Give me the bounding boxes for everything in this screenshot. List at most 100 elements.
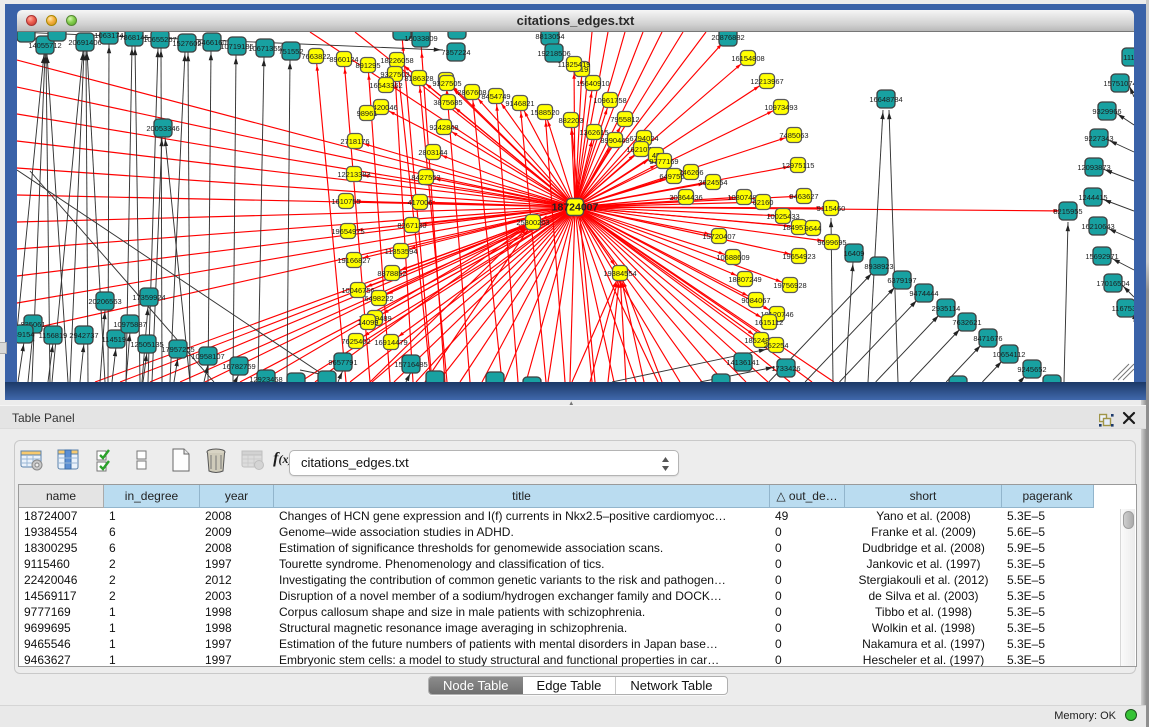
svg-text:10654112: 10654112 — [993, 350, 1026, 359]
svg-text:19384554: 19384554 — [603, 269, 636, 278]
svg-text:891295: 891295 — [355, 61, 380, 70]
svg-text:16033809: 16033809 — [404, 34, 437, 43]
svg-text:252254: 252254 — [763, 341, 788, 350]
svg-text:1733426: 1733426 — [771, 364, 800, 373]
svg-text:2803144: 2803144 — [418, 148, 447, 157]
svg-text:12505135: 12505135 — [130, 340, 163, 349]
svg-text:8813054: 8813054 — [535, 32, 564, 41]
svg-text:10973493: 10973493 — [764, 103, 797, 112]
svg-text:8215955: 8215955 — [1053, 207, 1082, 216]
svg-text:1145194: 1145194 — [102, 335, 131, 344]
svg-text:1588520: 1588520 — [530, 108, 559, 117]
svg-text:9327505: 9327505 — [432, 79, 461, 88]
svg-text:8267130: 8267130 — [397, 221, 426, 230]
svg-text:8427552: 8427552 — [411, 173, 440, 182]
svg-text:8186328: 8186328 — [404, 74, 433, 83]
svg-text:18724007: 18724007 — [552, 202, 599, 214]
svg-text:62160: 62160 — [753, 198, 774, 207]
svg-text:2942737: 2942737 — [69, 331, 98, 340]
svg-text:7485063: 7485063 — [779, 131, 808, 140]
svg-text:1156819: 1156819 — [39, 331, 68, 340]
svg-text:16782759: 16782759 — [222, 362, 255, 371]
svg-text:14055712: 14055712 — [28, 41, 61, 50]
svg-text:12923468: 12923468 — [249, 375, 282, 382]
svg-text:9084067: 9084067 — [741, 296, 770, 305]
svg-text:12213383: 12213383 — [337, 170, 370, 179]
svg-text:882203: 882203 — [558, 116, 583, 125]
svg-text:20876882: 20876882 — [711, 33, 744, 42]
svg-text:16648784: 16648784 — [869, 95, 902, 104]
svg-text:1610755: 1610755 — [331, 197, 360, 206]
svg-text:3875685: 3875685 — [433, 98, 462, 107]
svg-text:15720407: 15720407 — [702, 232, 735, 241]
svg-text:9777169: 9777169 — [649, 157, 678, 166]
svg-text:8938923: 8938923 — [864, 262, 893, 271]
svg-text:16914479: 16914479 — [374, 338, 407, 347]
svg-text:15716485: 15716485 — [394, 360, 427, 369]
svg-text:3624554: 3624554 — [698, 178, 727, 187]
svg-text:18226058: 18226058 — [380, 56, 413, 65]
svg-text:6379197: 6379197 — [887, 276, 916, 285]
svg-text:9657791: 9657791 — [328, 358, 357, 367]
svg-text:9463627: 9463627 — [789, 192, 818, 201]
svg-text:16409: 16409 — [844, 249, 865, 258]
svg-text:1244415: 1244415 — [1078, 193, 1107, 202]
svg-text:9245652: 9245652 — [1017, 365, 1046, 374]
svg-text:7357224: 7357224 — [441, 48, 470, 57]
svg-text:10961758: 10961758 — [593, 96, 626, 105]
svg-text:20206563: 20206563 — [88, 297, 121, 306]
svg-text:7625402: 7625402 — [341, 337, 370, 346]
svg-text:19756928: 19756928 — [773, 281, 806, 290]
svg-text:16543362: 16543362 — [369, 81, 402, 90]
svg-text:17016504: 17016504 — [1096, 279, 1129, 288]
svg-text:10975887: 10975887 — [113, 320, 146, 329]
svg-text:25300203: 25300203 — [516, 218, 549, 227]
svg-text:98961: 98961 — [357, 109, 378, 118]
svg-text:2718176: 2718176 — [340, 137, 369, 146]
svg-text:17957255: 17957255 — [161, 345, 194, 354]
svg-text:8471676: 8471676 — [973, 334, 1002, 343]
svg-text:1117: 1117 — [1123, 53, 1134, 62]
svg-text:12213967: 12213967 — [750, 77, 783, 86]
svg-text:2935114: 2935114 — [932, 304, 961, 313]
svg-text:8960124: 8960124 — [329, 55, 358, 64]
svg-text:10688609: 10688609 — [716, 253, 749, 262]
svg-text:8878852: 8878852 — [377, 269, 406, 278]
svg-text:7663822: 7663822 — [301, 52, 330, 61]
svg-text:9115460: 9115460 — [817, 204, 846, 213]
svg-text:19218506: 19218506 — [537, 49, 570, 58]
svg-text:9699695: 9699695 — [817, 238, 846, 247]
svg-text:39154: 39154 — [17, 330, 34, 339]
svg-text:20053346: 20053346 — [146, 124, 179, 133]
svg-text:19654923: 19654923 — [782, 252, 815, 261]
svg-text:16154808: 16154808 — [731, 54, 764, 63]
svg-text:8990448: 8990448 — [600, 136, 629, 145]
svg-text:18807249: 18807249 — [728, 275, 761, 284]
svg-text:17359924: 17359924 — [132, 293, 165, 302]
svg-text:11353594: 11353594 — [385, 247, 418, 256]
svg-text:15751074: 15751074 — [1103, 79, 1134, 88]
svg-text:7955812: 7955812 — [610, 115, 639, 124]
svg-text:19166827: 19166827 — [337, 256, 370, 265]
svg-text:9227343: 9227343 — [1084, 134, 1113, 143]
svg-text:20364436: 20364436 — [669, 193, 702, 202]
svg-text:746266: 746266 — [678, 168, 703, 177]
svg-text:16640910: 16640910 — [576, 79, 609, 88]
svg-text:1615112: 1615112 — [755, 318, 784, 327]
svg-text:9644: 9644 — [805, 224, 822, 233]
svg-text:11325419: 11325419 — [558, 60, 591, 69]
svg-text:9329966: 9329966 — [1092, 107, 1121, 116]
svg-text:19654975: 19654975 — [331, 227, 364, 236]
svg-text:12093873: 12093873 — [1077, 163, 1110, 172]
svg-text:14099: 14099 — [358, 318, 379, 327]
svg-text:9242848: 9242848 — [429, 123, 458, 132]
svg-text:7632621: 7632621 — [952, 318, 981, 327]
svg-text:10671355: 10671355 — [248, 44, 281, 53]
svg-text:15692971: 15692971 — [1085, 252, 1118, 261]
svg-text:10958107: 10958107 — [191, 352, 224, 361]
svg-text:6498222: 6498222 — [364, 294, 393, 303]
svg-text:12975115: 12975115 — [782, 161, 815, 170]
svg-text:9474444: 9474444 — [909, 289, 938, 298]
svg-text:751552: 751552 — [278, 47, 303, 56]
svg-text:1167533: 1167533 — [1112, 304, 1134, 313]
